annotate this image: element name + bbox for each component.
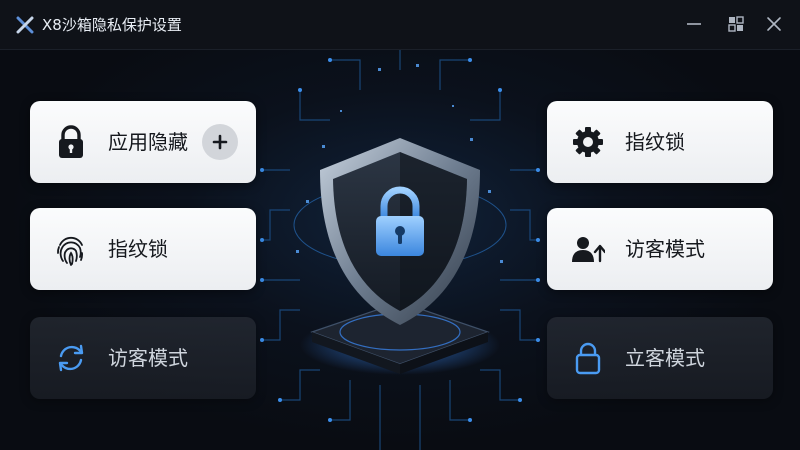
x8-logo-icon [16,16,34,34]
card-label: 立客模式 [625,346,705,370]
restore-icon[interactable] [726,14,746,34]
card-label: 指纹锁 [625,130,685,154]
user-upload-icon [572,237,605,263]
card-fingerprint-lock-2[interactable]: 指纹锁 [547,101,773,183]
card-app-hide[interactable]: 应用隐藏 [30,101,256,183]
plus-icon [212,134,228,150]
card-label: 指纹锁 [108,237,168,261]
lock-outline-icon [575,342,601,375]
title-bar: X8沙箱隐私保护设置 [0,0,800,50]
app-window: X8沙箱隐私保护设置 应用隐藏 指纹锁 访客模式 指纹锁 访客模式 立客模式 [0,0,800,450]
window-title: X8沙箱隐私保护设置 [42,16,182,34]
card-label: 应用隐藏 [108,130,188,154]
card-label: 访客模式 [108,346,188,370]
refresh-icon [58,344,84,372]
close-icon[interactable] [764,14,784,34]
gear-icon [573,127,603,157]
lock-icon [59,125,83,158]
card-guest-mode-2[interactable]: 访客模式 [547,208,773,290]
shield-lock-icon [293,138,507,375]
minimize-icon[interactable] [684,14,704,34]
card-guest-mode[interactable]: 访客模式 [30,317,256,399]
card-fingerprint-lock[interactable]: 指纹锁 [30,208,256,290]
add-button[interactable] [202,124,238,160]
fingerprint-icon [57,236,83,266]
card-stand-mode[interactable]: 立客模式 [547,317,773,399]
card-label: 访客模式 [625,237,705,261]
